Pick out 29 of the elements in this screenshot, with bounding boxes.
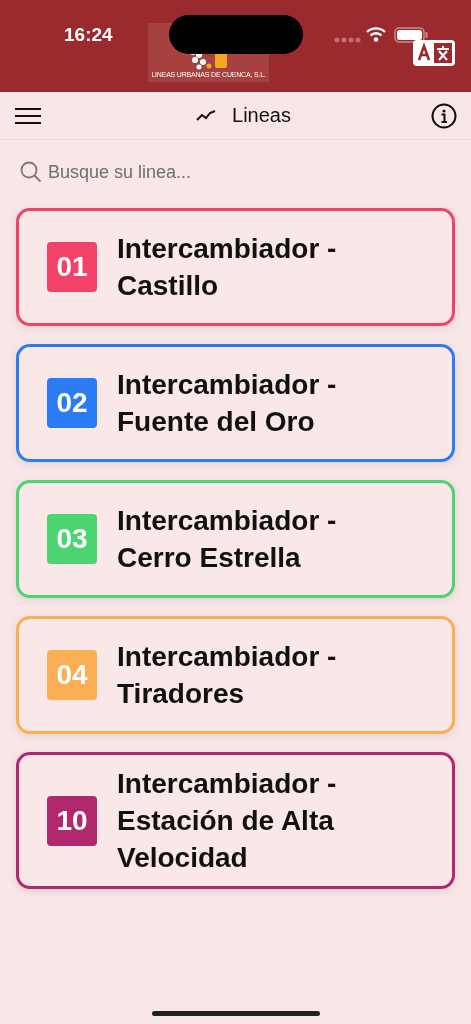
line-number: 03	[47, 514, 97, 564]
info-button[interactable]	[431, 102, 457, 129]
translate-icon	[413, 40, 455, 66]
signal-icon	[334, 37, 362, 43]
trend-line-icon	[196, 109, 217, 122]
line-card[interactable]: 10 Intercambiador - Estación de Alta Velocidad	[16, 752, 455, 889]
status-time: 16:24	[64, 24, 113, 46]
search-field[interactable]: Busque su linea...	[48, 161, 453, 183]
line-name: Intercambiador - Castillo	[117, 232, 338, 303]
info-icon	[431, 102, 457, 129]
wifi-icon	[366, 27, 386, 42]
line-number: 04	[47, 650, 97, 700]
toolbar-title: Lineas	[232, 104, 291, 127]
line-name: Intercambiador - Cerro Estrella	[117, 504, 338, 575]
translate-button[interactable]	[413, 40, 455, 66]
line-number: 02	[47, 378, 97, 428]
battery-icon	[394, 27, 428, 43]
search-icon	[20, 161, 42, 183]
line-card[interactable]: 04 Intercambiador - Tiradores	[16, 616, 455, 734]
menu-button[interactable]	[14, 106, 42, 125]
line-name: Intercambiador - Tiradores	[117, 640, 338, 711]
line-card[interactable]: 02 Intercambiador - Fuente del Oro	[16, 344, 455, 462]
menu-icon	[14, 106, 42, 125]
line-card[interactable]: 01 Intercambiador - Castillo	[16, 208, 455, 326]
line-card[interactable]: 03 Intercambiador - Cerro Estrella	[16, 480, 455, 598]
line-name: Intercambiador - Estación de Alta Velocidad	[117, 767, 338, 875]
line-number: 10	[47, 795, 97, 846]
line-number: 01	[47, 242, 97, 292]
line-name: Intercambiador - Fuente del Oro	[117, 368, 338, 439]
